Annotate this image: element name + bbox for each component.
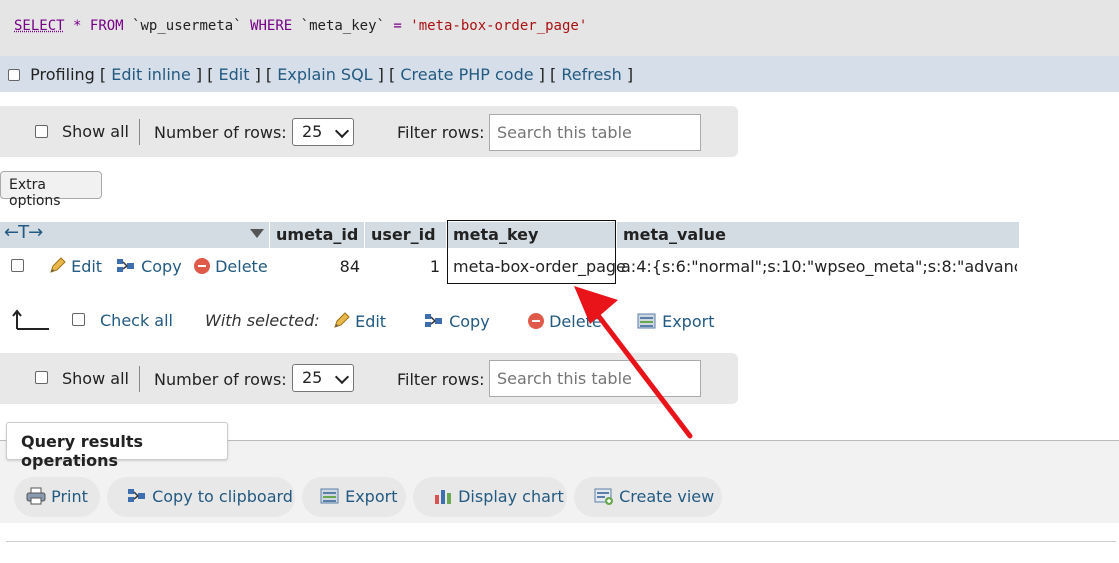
edit-link[interactable]: Edit	[219, 65, 250, 84]
rows-select-top[interactable]: 25	[292, 118, 354, 146]
header-user-id[interactable]: user_id	[365, 222, 446, 248]
number-of-rows-label-top: Number of rows:	[154, 123, 287, 142]
number-of-rows-label-bottom: Number of rows:	[154, 370, 287, 389]
row-delete-label: Delete	[215, 257, 268, 276]
display-chart-label: Display chart	[458, 487, 564, 506]
sql-table: `wp_usermeta`	[132, 18, 242, 34]
check-all-checkbox[interactable]	[72, 313, 85, 326]
printer-icon	[26, 487, 46, 505]
sql-star: *	[73, 18, 82, 34]
refresh-link[interactable]: Refresh	[561, 65, 621, 84]
profiling-row: Profiling [ Edit inline ] [ Edit ] [ Exp…	[8, 65, 633, 84]
bottom-divider	[6, 541, 1116, 542]
export-button[interactable]: Export	[302, 477, 406, 517]
print-label: Print	[51, 487, 88, 506]
pencil-icon	[334, 312, 350, 328]
sql-select-keyword: SELECT	[14, 18, 65, 34]
bulk-edit-label: Edit	[355, 312, 387, 331]
sql-operator: =	[393, 18, 402, 34]
rows-select-value: 25	[302, 122, 323, 141]
red-annotation-arrow-icon	[574, 286, 693, 439]
rows-select-value: 25	[302, 368, 323, 387]
show-all-label-top: Show all	[62, 122, 129, 141]
filter-rows-label-top: Filter rows:	[397, 123, 485, 142]
query-results-operations-title: Query results operations	[6, 422, 228, 470]
profiling-checkbox[interactable]	[8, 69, 20, 81]
cell-umeta-id[interactable]: 84	[270, 257, 360, 276]
bulk-edit-button[interactable]: Edit	[332, 312, 386, 331]
bar-chart-icon	[435, 490, 451, 504]
display-chart-button[interactable]: Display chart	[413, 477, 567, 517]
copy-to-clipboard-button[interactable]: Copy to clipboard	[107, 477, 295, 517]
filter-search-input-top[interactable]: Search this table	[489, 114, 701, 151]
sql-value: 'meta-box-order_page'	[410, 18, 588, 34]
delete-icon	[528, 313, 544, 329]
copy-icon	[117, 259, 134, 272]
profiling-label: Profiling	[30, 65, 95, 84]
show-all-label-bottom: Show all	[62, 369, 129, 388]
print-button[interactable]: Print	[14, 477, 100, 517]
row-copy-label: Copy	[141, 257, 182, 276]
cell-user-id[interactable]: 1	[365, 257, 440, 276]
create-view-label: Create view	[619, 487, 715, 506]
chevron-down-icon	[334, 369, 350, 385]
sort-triangle-icon[interactable]	[250, 229, 264, 239]
row-checkbox[interactable]	[11, 259, 24, 272]
select-up-arrow-icon	[12, 309, 49, 330]
bulk-copy-label: Copy	[449, 312, 490, 331]
row-edit-button[interactable]: Edit	[48, 257, 102, 276]
header-actions-cell: ←T→	[0, 222, 269, 248]
column-resize-arrows-icon[interactable]: ←T→	[4, 222, 43, 243]
sql-where-keyword: WHERE	[250, 18, 293, 34]
copy-to-clipboard-label: Copy to clipboard	[152, 487, 293, 506]
header-meta-value[interactable]: meta_value	[617, 222, 1019, 248]
sql-column: `meta_key`	[300, 18, 385, 34]
sql-from-keyword: FROM	[89, 18, 124, 34]
row-delete-button[interactable]: Delete	[194, 257, 268, 276]
check-all-label[interactable]: Check all	[100, 311, 173, 330]
copy-icon	[128, 489, 145, 502]
rows-select-bottom[interactable]: 25	[292, 364, 354, 392]
export-label: Export	[345, 487, 398, 506]
pencil-icon	[50, 257, 66, 273]
row-copy-button[interactable]: Copy	[116, 257, 182, 276]
create-php-code-link[interactable]: Create PHP code	[400, 65, 533, 84]
with-selected-label: With selected:	[205, 311, 320, 330]
header-umeta-id[interactable]: umeta_id	[270, 222, 364, 248]
sql-query[interactable]: SELECT * FROM `wp_usermeta` WHERE `meta_…	[14, 18, 587, 34]
chevron-down-icon	[334, 123, 350, 139]
row-edit-label: Edit	[71, 257, 103, 276]
copy-icon	[425, 314, 442, 327]
create-view-icon	[594, 488, 613, 505]
separator	[139, 366, 140, 392]
delete-icon	[194, 258, 210, 274]
show-all-checkbox-bottom[interactable]	[35, 371, 48, 384]
cell-meta-value[interactable]: a:4:{s:6:"normal";s:10:"wpseo_meta";s:8:…	[621, 257, 1017, 276]
edit-inline-link[interactable]: Edit inline	[111, 65, 191, 84]
cell-meta-key[interactable]: meta-box-order_page	[453, 257, 626, 276]
create-view-button[interactable]: Create view	[574, 477, 722, 517]
explain-sql-link[interactable]: Explain SQL	[277, 65, 372, 84]
export-icon	[320, 488, 339, 504]
bulk-copy-button[interactable]: Copy	[424, 312, 490, 331]
separator	[139, 119, 140, 145]
show-all-checkbox-top[interactable]	[35, 125, 48, 138]
extra-options-button[interactable]: Extra options	[0, 171, 102, 209]
filter-rows-label-bottom: Filter rows:	[397, 370, 485, 389]
